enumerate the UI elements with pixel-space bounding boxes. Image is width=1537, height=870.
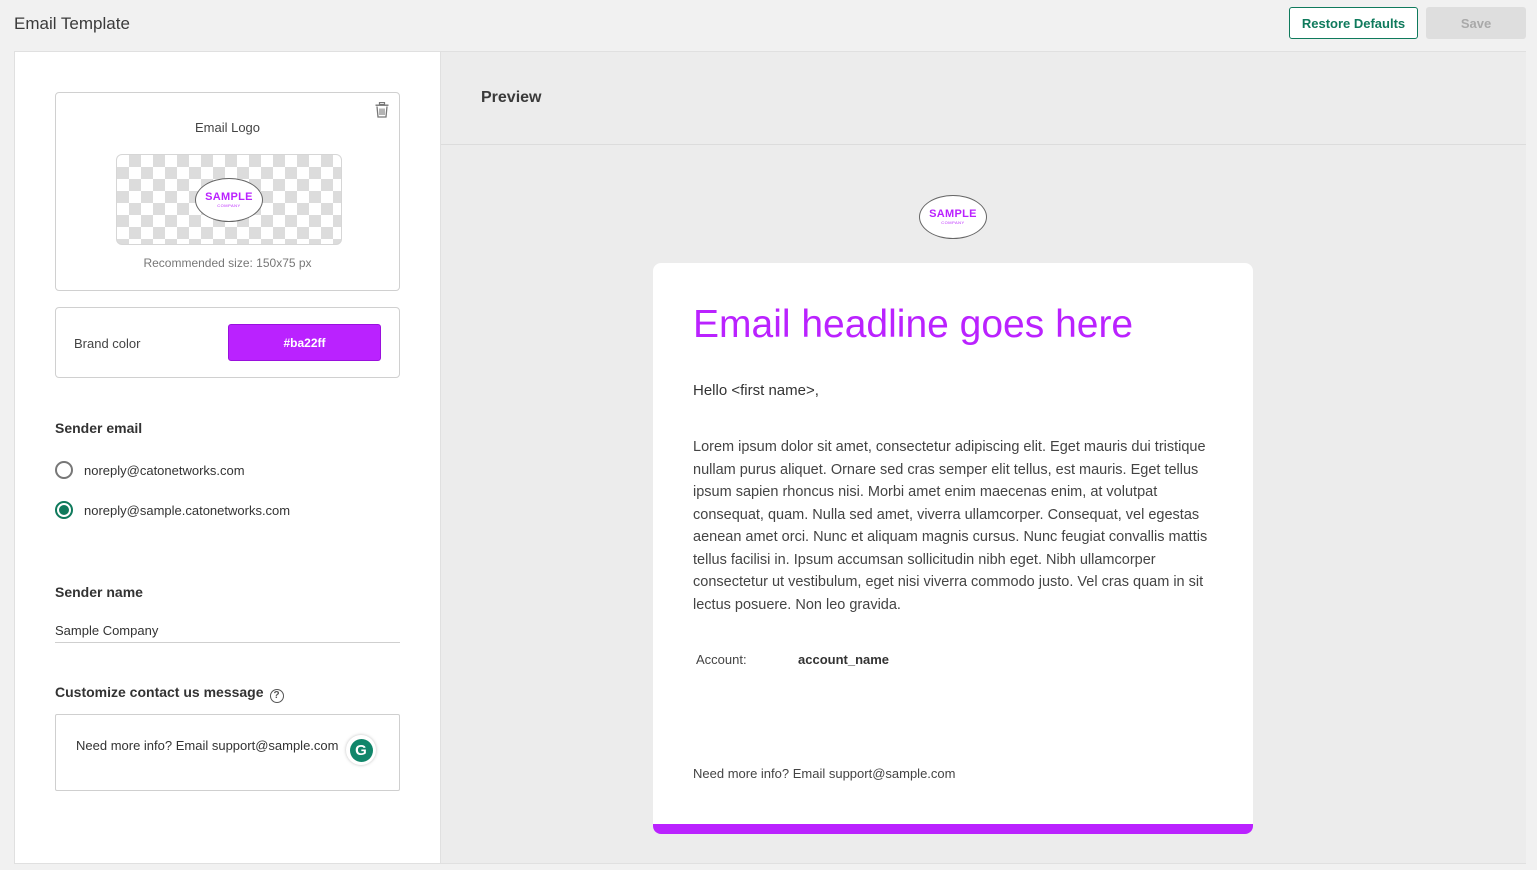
radio-checked[interactable] [55, 501, 73, 519]
preview-title: Preview [481, 89, 542, 106]
recommended-size-hint: Recommended size: 150x75 px [143, 256, 312, 270]
email-logo-label: Email Logo [194, 120, 261, 135]
sender-email-option-sample[interactable]: noreply@sample.catonetworks.com [55, 500, 290, 520]
trash-icon[interactable] [375, 101, 389, 118]
logo-subtext: COMPANY [217, 203, 241, 208]
account-value: account_name [798, 652, 890, 667]
sender-email-title: Sender email [55, 420, 143, 436]
restore-defaults-button[interactable]: Restore Defaults [1289, 7, 1418, 39]
contact-message-title: Customize contact us message? [55, 684, 284, 703]
brand-color-label: Brand color [74, 336, 141, 351]
brand-color-picker[interactable]: #ba22ff [228, 324, 381, 361]
email-greeting: Hello <first name>, [693, 382, 819, 399]
grammarly-glyph: G [349, 738, 373, 762]
account-label: Account: [696, 652, 747, 667]
email-body: Lorem ipsum dolor sit amet, consectetur … [693, 439, 1208, 613]
settings-panel: Email Logo SAMPLE COMPANY Recommended si… [15, 52, 441, 863]
sender-email-option-label: noreply@catonetworks.com [84, 462, 245, 478]
help-icon[interactable]: ? [269, 688, 284, 703]
sender-name-input[interactable] [55, 619, 400, 643]
logo-subtext: COMPANY [941, 220, 965, 225]
preview-panel: Preview SAMPLE COMPANY Email headline go… [441, 52, 1526, 863]
brand-color-section: Brand color #ba22ff [55, 307, 400, 378]
contact-message-text: Need more info? Email support@sample.com [76, 738, 339, 753]
sample-company-logo: SAMPLE COMPANY [195, 178, 263, 222]
contact-message-textarea[interactable]: Need more info? Email support@sample.com… [55, 714, 400, 791]
logo-upload-area[interactable]: SAMPLE COMPANY [116, 154, 342, 245]
grammarly-icon[interactable]: G [346, 735, 376, 765]
email-logo-section: Email Logo SAMPLE COMPANY Recommended si… [55, 92, 400, 291]
email-preview-card: Email headline goes here Hello <first na… [653, 263, 1253, 834]
logo-text: SAMPLE [205, 191, 253, 203]
email-headline: Email headline goes here [693, 303, 1134, 346]
brand-color-bar [653, 824, 1253, 834]
save-button[interactable]: Save [1426, 7, 1526, 39]
sender-email-option-label: noreply@sample.catonetworks.com [84, 502, 291, 518]
sender-name-title: Sender name [55, 584, 143, 600]
radio-unchecked[interactable] [55, 461, 73, 479]
page-title: Email Template [14, 14, 130, 33]
main-card: Email Logo SAMPLE COMPANY Recommended si… [14, 51, 1526, 864]
contact-message-title-text: Customize contact us message [55, 684, 264, 700]
email-footer: Need more info? Email support@sample.com [693, 766, 956, 781]
preview-header: Preview [441, 52, 1526, 145]
logo-text: SAMPLE [929, 208, 977, 220]
preview-logo: SAMPLE COMPANY [919, 195, 987, 239]
sender-email-option-catonetworks[interactable]: noreply@catonetworks.com [55, 460, 245, 480]
